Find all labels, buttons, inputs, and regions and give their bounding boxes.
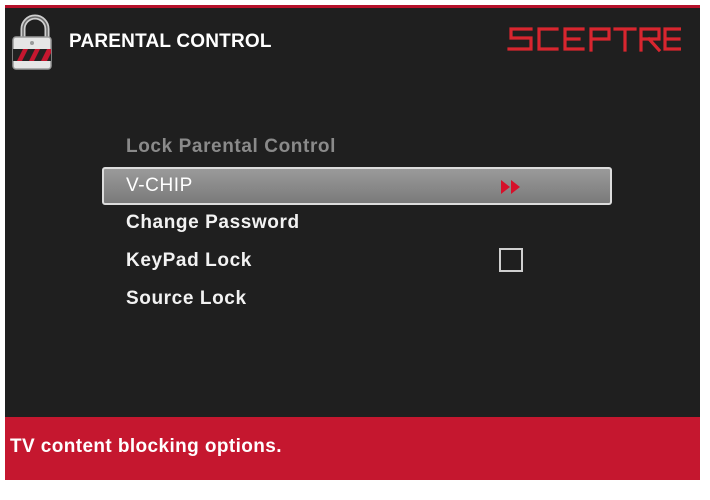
header: PARENTAL CONTROL	[5, 5, 700, 85]
tv-osd-screen: PARENTAL CONTROL Lock Parental Control V…	[5, 5, 700, 480]
parental-control-menu: Lock Parental Control V-CHIP Change Pass…	[102, 129, 612, 319]
menu-item-source-lock[interactable]: Source Lock	[102, 281, 612, 319]
double-arrow-right-icon	[501, 180, 520, 194]
keypad-lock-checkbox[interactable]	[499, 248, 523, 272]
help-bar: TV content blocking options.	[5, 417, 700, 480]
menu-item-label: Change Password	[126, 212, 300, 233]
menu-item-label: KeyPad Lock	[126, 250, 252, 271]
menu-item-label: V-CHIP	[126, 175, 193, 196]
page-title: PARENTAL CONTROL	[69, 31, 272, 52]
menu-item-change-password[interactable]: Change Password	[102, 205, 612, 243]
menu-item-keypad-lock[interactable]: KeyPad Lock	[102, 243, 612, 281]
help-text: TV content blocking options.	[10, 436, 282, 457]
menu-item-lock-parental-control[interactable]: Lock Parental Control	[102, 129, 612, 167]
menu-item-v-chip[interactable]: V-CHIP	[102, 167, 612, 205]
padlock-icon	[12, 14, 52, 70]
menu-item-label: Source Lock	[126, 288, 247, 309]
menu-item-label: Lock Parental Control	[126, 136, 337, 157]
sceptre-logo	[507, 27, 681, 53]
